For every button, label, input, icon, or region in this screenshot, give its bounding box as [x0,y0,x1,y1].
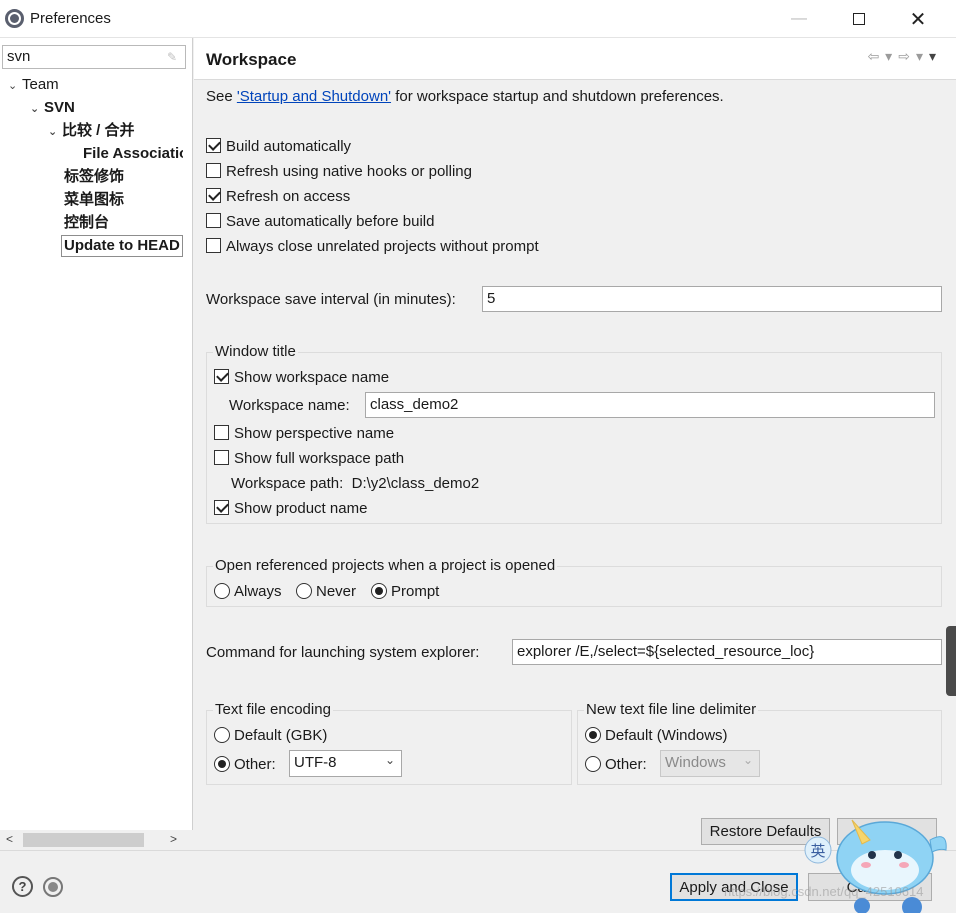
window-title-legend: Window title [213,343,298,360]
workspace-name-label: Workspace name: [229,397,350,414]
forward-dropdown-icon[interactable]: ▾ [916,48,923,65]
checkbox-box[interactable] [206,213,221,228]
radio-circle[interactable] [585,756,601,772]
close-button[interactable]: ✕ [889,0,947,38]
preference-tree-pane: svn ✎ ⌄ Team ⌄ SVN ⌄ 比较 / 合并 File Associati… [0,38,193,850]
apply-button[interactable]: Apply [837,818,937,845]
scrollbar-thumb[interactable] [23,833,144,847]
preference-page: Workspace ⇦ ▾ ⇨ ▾ ▾ See 'Startup and Shu… [194,38,956,850]
save-interval-label: Workspace save interval (in minutes): [206,291,456,308]
delimiter-default-radio[interactable]: Default (Windows) [585,727,728,744]
startup-shutdown-link[interactable]: 'Startup and Shutdown' [237,88,391,105]
checkbox-box[interactable] [206,238,221,253]
tree-item-file-associations[interactable]: File Associatio [83,143,183,165]
radio-circle[interactable] [585,727,601,743]
window-title: Preferences [30,10,111,27]
filter-input[interactable]: svn ✎ [2,45,186,69]
radio-circle[interactable] [214,727,230,743]
text-encoding-legend: Text file encoding [213,701,333,718]
tree-item-svn[interactable]: ⌄ SVN [30,97,75,119]
encoding-other-radio[interactable]: Other: [214,756,276,773]
delimiter-select[interactable]: Windows ⌄ [660,750,760,777]
workspace-path-label: Workspace path: [231,475,344,492]
maximize-icon [853,13,865,25]
encoding-select[interactable]: UTF-8 ⌄ [289,750,402,777]
radio-circle[interactable] [371,583,387,599]
explorer-command-input[interactable]: explorer /E,/select=${selected_resource_… [512,639,942,665]
scroll-right-icon[interactable]: > [170,832,177,846]
title-bar: Preferences — ✕ [0,0,956,38]
save-before-build-checkbox[interactable]: Save automatically before build [206,213,434,230]
show-full-path-checkbox[interactable]: Show full workspace path [214,450,404,467]
tree-item-team[interactable]: ⌄ Team [8,74,59,96]
tree-item-label-decorations[interactable]: 标签修饰 [64,166,124,188]
workspace-name-input[interactable]: class_demo2 [365,392,935,418]
restore-defaults-button[interactable]: Restore Defaults [701,818,830,845]
forward-arrow-icon[interactable]: ⇨ [898,48,910,65]
chevron-down-icon[interactable]: ⌄ [48,121,62,143]
back-dropdown-icon[interactable]: ▾ [885,48,892,65]
radio-always[interactable]: Always [214,583,282,600]
clear-filter-icon[interactable]: ✎ [167,50,179,64]
dialog-footer: ? Apply and Close Cancel [0,850,956,913]
back-arrow-icon[interactable]: ⇦ [867,48,879,65]
show-perspective-name-checkbox[interactable]: Show perspective name [214,425,394,442]
tree-item-console[interactable]: 控制台 [64,212,109,234]
build-automatically-checkbox[interactable]: Build automatically [206,138,351,155]
help-icon[interactable]: ? [12,876,33,897]
delimiter-other-radio[interactable]: Other: [585,756,647,773]
checkbox-box[interactable] [214,369,229,384]
tree-item-compare-merge[interactable]: ⌄ 比较 / 合并 [48,120,135,142]
show-workspace-name-checkbox[interactable]: Show workspace name [214,369,389,386]
tree-item-update-to-head[interactable]: Update to HEAD [61,235,183,257]
chevron-down-icon: ⌄ [384,753,395,767]
side-handle[interactable] [946,626,956,696]
chevron-down-icon: ⌄ [742,753,753,767]
chevron-down-icon[interactable]: ⌄ [8,75,22,97]
radio-circle[interactable] [214,583,230,599]
tree-item-menu-icons[interactable]: 菜单图标 [64,189,124,211]
minimize-button[interactable]: — [770,0,828,38]
chevron-down-icon[interactable]: ⌄ [30,98,44,120]
explorer-command-label: Command for launching system explorer: [206,644,480,661]
radio-prompt[interactable]: Prompt [371,583,439,600]
radio-circle[interactable] [214,756,230,772]
show-product-name-checkbox[interactable]: Show product name [214,500,367,517]
intro-text: See 'Startup and Shutdown' for workspace… [206,88,724,105]
checkbox-box[interactable] [206,138,221,153]
checkbox-box[interactable] [214,450,229,465]
page-title: Workspace [206,50,297,69]
horizontal-scrollbar[interactable]: < > [0,830,193,850]
import-export-icon[interactable] [43,877,63,897]
open-referenced-legend: Open referenced projects when a project … [213,557,558,574]
checkbox-box[interactable] [214,500,229,515]
workspace-path-value: D:\y2\class_demo2 [351,475,480,492]
radio-circle[interactable] [296,583,312,599]
encoding-default-radio[interactable]: Default (GBK) [214,727,327,744]
checkbox-box[interactable] [214,425,229,440]
checkbox-box[interactable] [206,163,221,178]
checkbox-box[interactable] [206,188,221,203]
watermark: https://blog.csdn.net/qq_42510614 [724,884,924,899]
close-icon: ✕ [909,8,927,31]
refresh-native-hooks-checkbox[interactable]: Refresh using native hooks or polling [206,163,472,180]
scroll-left-icon[interactable]: < [6,832,13,846]
minimize-icon: — [791,10,807,27]
radio-never[interactable]: Never [296,583,356,600]
workspace-path-row: Workspace path: D:\y2\class_demo2 [231,475,479,492]
refresh-on-access-checkbox[interactable]: Refresh on access [206,188,350,205]
eclipse-icon [5,9,24,28]
page-header: Workspace ⇦ ▾ ⇨ ▾ ▾ [194,38,956,80]
history-nav: ⇦ ▾ ⇨ ▾ ▾ [867,48,936,65]
maximize-button[interactable] [830,0,888,38]
close-unrelated-projects-checkbox[interactable]: Always close unrelated projects without … [206,238,539,255]
filter-text: svn [7,48,31,65]
save-interval-input[interactable]: 5 [482,286,942,312]
line-delimiter-legend: New text file line delimiter [584,701,759,718]
view-menu-icon[interactable]: ▾ [929,48,936,65]
